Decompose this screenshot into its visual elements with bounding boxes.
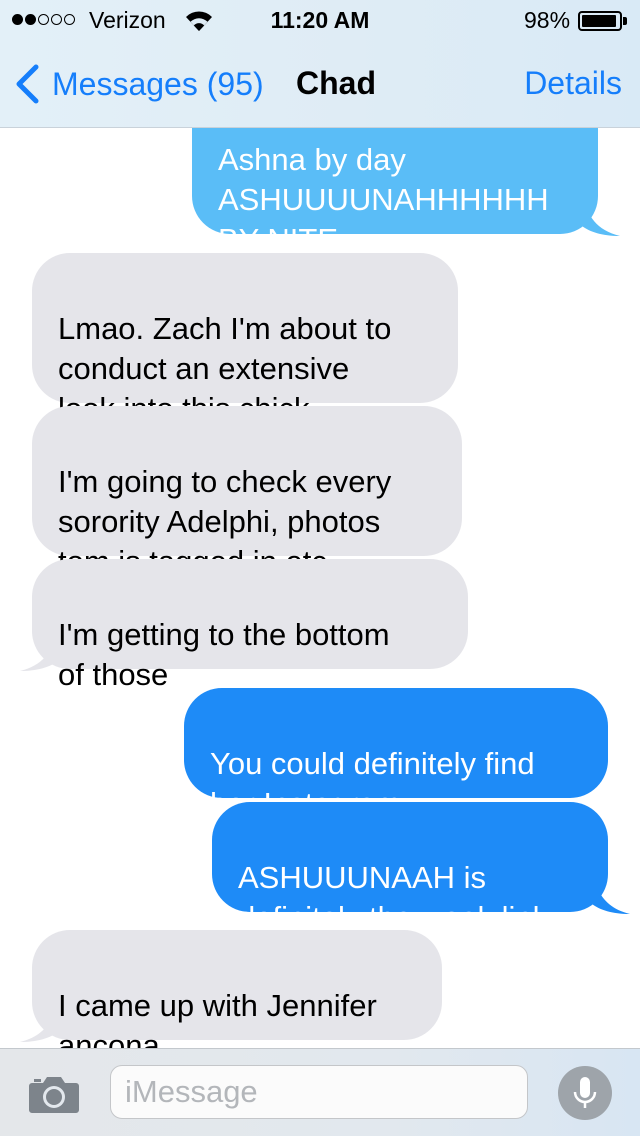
details-button[interactable]: Details	[524, 65, 622, 102]
battery-tip	[623, 17, 627, 25]
message-bubble-incoming[interactable]: I came up with Jennifer ancona	[32, 930, 442, 1048]
message-bubble-incoming[interactable]: I'm going to check every sorority Adelph…	[32, 406, 462, 579]
message-text: I came up with Jennifer ancona	[58, 988, 377, 1048]
imessage-input[interactable]	[110, 1065, 528, 1119]
header: Verizon 11:20 AM 98% Messages (95) Chad …	[0, 0, 640, 128]
message-text: ASHUUUNAAH is definitely the weak link	[238, 860, 549, 935]
status-bar: Verizon 11:20 AM 98%	[0, 0, 640, 40]
message-bubble-incoming[interactable]: I'm getting to the bottom of those	[32, 559, 468, 692]
back-chevron-icon	[16, 64, 39, 104]
bubble-tail-incoming	[20, 1002, 58, 1042]
microphone-button[interactable]	[558, 1066, 612, 1120]
message-text: Ashna by day ASHUUUUNAHHHHHH BY NITE	[218, 142, 549, 257]
camera-icon[interactable]	[28, 1074, 80, 1114]
conversation-transcript[interactable]: Ashna by day ASHUUUUNAHHHHHH BY NITE Lma…	[0, 0, 640, 1048]
battery-percentage: 98%	[524, 7, 571, 33]
navigation-bar: Messages (95) Chad Details	[0, 40, 640, 128]
microphone-icon	[573, 1077, 597, 1108]
message-input-bar	[0, 1048, 640, 1136]
bubble-tail-outgoing	[592, 874, 630, 914]
conversation-title: Chad	[296, 65, 376, 101]
back-button-label: Messages (95)	[52, 65, 264, 102]
message-bubble-incoming[interactable]: Lmao. Zach I'm about to conduct an exten…	[32, 253, 458, 426]
battery-icon	[578, 11, 622, 31]
message-bubble-outgoing[interactable]: ASHUUUNAAH is definitely the weak link	[212, 802, 608, 935]
back-button[interactable]: Messages (95)	[14, 62, 264, 106]
message-bubble-outgoing[interactable]: You could definitely find her Instagram	[184, 688, 608, 821]
message-text: I'm getting to the bottom of those	[58, 617, 390, 692]
bubble-tail-outgoing	[582, 196, 620, 236]
bubble-tail-incoming	[20, 631, 58, 671]
